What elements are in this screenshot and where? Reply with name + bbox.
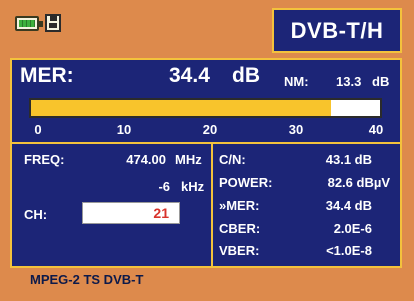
analyzer-screen: DVB-T/H MER: 34.4 dB NM: 13.3 dB 0 10 20…: [0, 0, 414, 301]
cber-label: CBER:: [219, 221, 261, 236]
mer-title: MER:: [20, 64, 74, 87]
transport-stream-status: MPEG-2 TS DVB-T: [30, 272, 144, 287]
battery-icon: [15, 16, 43, 31]
mer-detail-label: »MER:: [219, 198, 260, 213]
frequency-label: FREQ:: [24, 152, 65, 167]
cn-label: C/N:: [219, 152, 246, 167]
frequency-unit: MHz: [175, 152, 202, 167]
mer-unit: dB: [232, 64, 260, 87]
channel-label: CH:: [24, 207, 48, 222]
channel-input[interactable]: 21: [82, 202, 180, 224]
mer-level-bar: [29, 98, 382, 118]
mer-reading: 34.4: [169, 64, 210, 87]
scale-tick: 10: [116, 122, 132, 137]
scale-tick: 30: [288, 122, 304, 137]
power-value: 82.6 dBµV: [327, 175, 390, 190]
vber-label: VBER:: [219, 243, 260, 258]
floppy-disk-icon: [45, 14, 61, 32]
scale-tick: 40: [368, 122, 384, 137]
mer-detail-value: 34.4 dB: [325, 198, 372, 213]
mer-level-fill: [31, 100, 332, 116]
battery-level: [19, 20, 35, 27]
frequency-value[interactable]: 474.00: [100, 152, 166, 167]
scale-tick: 20: [202, 122, 218, 137]
noise-margin-label: NM:: [284, 74, 309, 89]
cber-value: 2.0E-6: [333, 221, 372, 236]
noise-margin-value: 13.3: [336, 74, 362, 89]
frequency-offset-unit: kHz: [181, 179, 205, 194]
frequency-offset-value: -6: [158, 179, 170, 194]
scale-tick: 0: [34, 122, 42, 137]
cn-value: 43.1 dB: [325, 152, 372, 167]
standard-indicator: DVB-T/H: [272, 8, 402, 53]
vber-value: <1.0E-8: [326, 243, 372, 258]
noise-margin-unit: dB: [372, 74, 390, 89]
panel-divider: [211, 142, 213, 268]
power-label: POWER:: [219, 175, 273, 190]
